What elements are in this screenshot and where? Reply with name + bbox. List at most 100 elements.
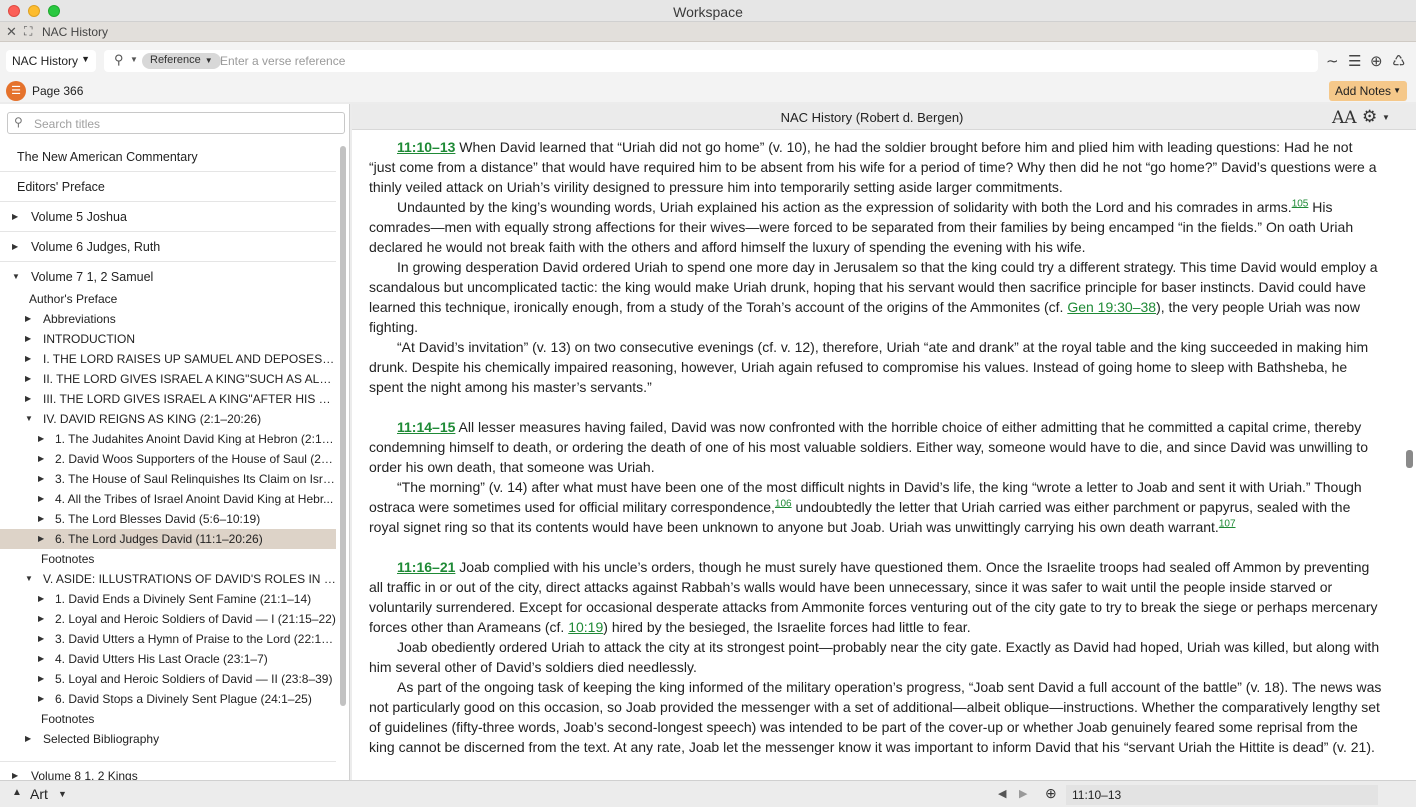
disclosure-triangle-icon[interactable]: ▶: [38, 529, 44, 549]
toc-item[interactable]: ▶ 6. David Stops a Divinely Sent Plague (…: [0, 689, 336, 709]
toc-item[interactable]: ▶ I. THE LORD RAISES UP SAMUEL AND DEPOSE…: [0, 349, 336, 369]
close-tab-icon[interactable]: ✕: [6, 24, 17, 40]
gear-icon[interactable]: ⚙: [1362, 107, 1377, 127]
tab-title[interactable]: NAC History: [42, 25, 108, 39]
footnote-link[interactable]: 107: [1219, 518, 1236, 529]
toc-item[interactable]: Author's Preface: [0, 289, 336, 309]
toc-item[interactable]: ▶ Volume 5 Joshua: [0, 202, 336, 232]
toc-item[interactable]: ▼ Volume 7 1, 2 Samuel: [0, 262, 336, 292]
document-scroll-thumb[interactable]: [1406, 450, 1413, 468]
disclosure-triangle-icon[interactable]: ▶: [38, 669, 44, 689]
disclosure-triangle-icon[interactable]: ▶: [38, 609, 44, 629]
resource-selector[interactable]: NAC History ▼: [6, 50, 96, 72]
toc-item[interactable]: Footnotes: [0, 549, 336, 569]
disclosure-triangle-icon[interactable]: ▶: [25, 729, 31, 749]
toc-item[interactable]: ▶ Abbreviations: [0, 309, 336, 329]
toc-scrollbar[interactable]: [338, 142, 348, 778]
disclosure-triangle-icon[interactable]: ▶: [25, 329, 31, 349]
toc-item[interactable]: ▶ 4. All the Tribes of Israel Anoint Davi…: [0, 489, 336, 509]
toc-item[interactable]: ▼ IV. DAVID REIGNS AS KING (2:1–20:26): [0, 409, 336, 429]
toc-item[interactable]: ▶ 2. David Woos Supporters of the House o…: [0, 449, 336, 469]
disclosure-triangle-icon[interactable]: ▶: [38, 629, 44, 649]
tilde-icon[interactable]: ∼: [1326, 52, 1339, 70]
disclosure-triangle-icon[interactable]: ▶: [12, 202, 18, 232]
chevron-up-icon[interactable]: ▲: [12, 787, 22, 798]
disclosure-triangle-icon[interactable]: ▶: [38, 489, 44, 509]
add-notes-button[interactable]: Add Notes ▼: [1329, 81, 1407, 101]
font-size-icon[interactable]: AA: [1332, 108, 1357, 128]
disclosure-triangle-icon[interactable]: ▶: [38, 589, 44, 609]
disclosure-triangle-icon[interactable]: ▶: [25, 309, 31, 329]
paragraph: “The morning” (v. 14) after what must ha…: [369, 479, 1362, 535]
disclosure-triangle-icon[interactable]: ▼: [25, 569, 33, 589]
disclosure-triangle-icon[interactable]: ▶: [38, 649, 44, 669]
document-text: 11:10–13 When David learned that “Uriah …: [369, 137, 1382, 757]
table-of-contents-icon[interactable]: ☰: [6, 81, 26, 101]
scripture-link[interactable]: Gen 19:30–38: [1067, 299, 1156, 315]
toc-item-selected[interactable]: ▶ 6. The Lord Judges David (11:1–20:26): [0, 529, 336, 549]
toc-item[interactable]: The New American Commentary: [0, 142, 336, 172]
current-reference-field[interactable]: 11:10–13: [1066, 785, 1378, 805]
search-titles-input[interactable]: [34, 116, 334, 132]
verse-reference-link[interactable]: 11:16–21: [397, 559, 455, 575]
toc-item[interactable]: ▶ Volume 6 Judges, Ruth: [0, 232, 336, 262]
toc-item[interactable]: ▶ Volume 8 1, 2 Kings: [0, 761, 336, 780]
footnote-link[interactable]: 106: [775, 498, 792, 509]
disclosure-triangle-icon[interactable]: ▼: [25, 409, 33, 429]
page-bar: ☰ Page 366 Add Notes ▼: [0, 80, 1416, 102]
disclosure-triangle-icon[interactable]: ▶: [38, 449, 44, 469]
reference-search-bar: ⚲ ▼ Reference ▼: [104, 50, 1318, 72]
disclosure-triangle-icon[interactable]: ▶: [25, 369, 31, 389]
disclosure-triangle-icon[interactable]: ▶: [12, 232, 18, 262]
page-number: Page 366: [32, 84, 84, 98]
document-header: NAC History (Robert d. Bergen) AA ⚙ ▼: [352, 104, 1416, 130]
toc-item[interactable]: ▶ 4. David Utters His Last Oracle (23:1–7…: [0, 649, 336, 669]
paragraph: In growing desperation David ordered Uri…: [369, 259, 1378, 335]
toc-item[interactable]: ▶ 1. The Judahites Anoint David King at H…: [0, 429, 336, 449]
toc-item[interactable]: ▶ 2. Loyal and Heroic Soldiers of David —…: [0, 609, 336, 629]
layout-selector[interactable]: Art: [30, 786, 48, 802]
toc-item[interactable]: ▶ III. THE LORD GIVES ISRAEL A KING"AFTER…: [0, 389, 336, 409]
toc-item[interactable]: ▼ V. ASIDE: ILLUSTRATIONS OF DAVID'S ROLE…: [0, 569, 336, 589]
verse-reference-link[interactable]: 11:10–13: [397, 139, 455, 155]
chevron-down-icon[interactable]: ▼: [1382, 113, 1390, 122]
toc-scroll-thumb[interactable]: [340, 146, 346, 706]
chevron-down-icon[interactable]: ▼: [58, 789, 67, 799]
toc-item[interactable]: Editors' Preface: [0, 172, 336, 202]
document-title: NAC History (Robert d. Bergen): [780, 110, 964, 125]
disclosure-triangle-icon[interactable]: ▶: [38, 689, 44, 709]
disclosure-triangle-icon[interactable]: ▶: [12, 766, 18, 780]
previous-icon[interactable]: ◀: [998, 787, 1006, 800]
add-circle-icon[interactable]: ⊕: [1370, 52, 1383, 70]
next-icon[interactable]: ▶: [1019, 787, 1027, 800]
toc-item[interactable]: ▶ 1. David Ends a Divinely Sent Famine (2…: [0, 589, 336, 609]
disclosure-triangle-icon[interactable]: ▼: [12, 262, 20, 292]
verse-reference-link[interactable]: 11:14–15: [397, 419, 455, 435]
toc-item[interactable]: ▶ II. THE LORD GIVES ISRAEL A KING"SUCH A…: [0, 369, 336, 389]
toc-item[interactable]: ▶ 5. Loyal and Heroic Soldiers of David —…: [0, 669, 336, 689]
disclosure-triangle-icon[interactable]: ▶: [38, 469, 44, 489]
paragraph: 11:10–13 When David learned that “Uriah …: [369, 139, 1377, 195]
globe-icon[interactable]: ⊕: [1045, 785, 1057, 802]
toc-item[interactable]: ▶ 3. David Utters a Hymn of Praise to the…: [0, 629, 336, 649]
disclosure-triangle-icon[interactable]: ▶: [38, 429, 44, 449]
list-icon[interactable]: ☰: [1348, 52, 1361, 70]
footnote-link[interactable]: 105: [1292, 198, 1309, 209]
toc-item[interactable]: ▶ 5. The Lord Blesses David (5:6–10:19): [0, 509, 336, 529]
verse-reference-input[interactable]: [220, 53, 1300, 69]
recycle-icon[interactable]: ♺: [1392, 52, 1405, 70]
scripture-link[interactable]: 10:19: [568, 619, 603, 635]
disclosure-triangle-icon[interactable]: ▶: [25, 349, 31, 369]
chevron-down-icon[interactable]: ▼: [130, 55, 138, 64]
disclosure-triangle-icon[interactable]: ▶: [38, 509, 44, 529]
toc-item[interactable]: ▶ INTRODUCTION: [0, 329, 336, 349]
toc-item[interactable]: Footnotes: [0, 709, 336, 729]
search-icon[interactable]: ⚲: [114, 52, 124, 68]
toc-item[interactable]: ▶ 3. The House of Saul Relinquishes Its C…: [0, 469, 336, 489]
disclosure-triangle-icon[interactable]: ▶: [25, 389, 31, 409]
toc-item[interactable]: ▶ Selected Bibliography: [0, 729, 336, 749]
search-type-pill[interactable]: Reference ▼: [142, 53, 221, 69]
expand-panel-icon[interactable]: ⛶: [24, 24, 32, 39]
bottom-bar: ▲ Art ▼ ◀ ▶ ⊕ 11:10–13: [0, 780, 1416, 807]
